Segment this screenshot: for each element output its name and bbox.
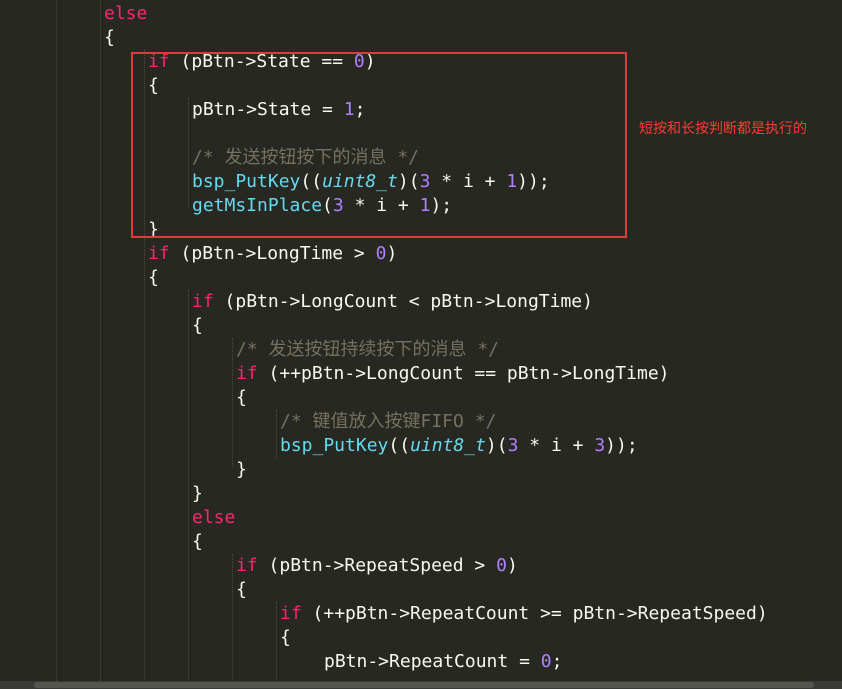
indent-guide: [232, 554, 233, 680]
code-token: (pBtn->LongTime >: [169, 243, 376, 264]
code-token: {: [280, 627, 291, 648]
code-token: {: [192, 315, 203, 336]
code-line[interactable]: }: [192, 482, 203, 506]
code-token: 0: [375, 243, 387, 264]
code-token: }: [192, 483, 203, 504]
code-token: else: [104, 3, 148, 24]
code-token: ;: [551, 651, 563, 672]
indent-guide: [56, 0, 57, 681]
code-token: uint8_t: [410, 435, 486, 456]
indent-guide: [232, 338, 233, 468]
code-line[interactable]: if (pBtn->RepeatSpeed > 0): [236, 554, 518, 578]
code-token: bsp_PutKey: [280, 435, 389, 456]
code-token: 3: [594, 435, 606, 456]
code-token: 0: [496, 555, 507, 576]
code-token: if: [192, 291, 214, 312]
code-token: pBtn->RepeatCount =: [324, 651, 541, 672]
code-token: else: [192, 507, 236, 528]
code-line[interactable]: pBtn->RepeatCount = 0;: [324, 650, 562, 674]
code-token: {: [192, 531, 203, 552]
indent-guide: [100, 0, 101, 681]
code-token: ));: [605, 435, 638, 456]
code-token: (pBtn->RepeatSpeed >: [257, 555, 497, 576]
code-line[interactable]: else: [192, 506, 235, 530]
code-line[interactable]: {: [104, 26, 115, 50]
code-editor[interactable]: else{if (pBtn->State == 0){pBtn->State =…: [0, 0, 842, 689]
code-token: )(: [485, 435, 508, 456]
code-token: 0: [540, 651, 552, 672]
indent-guide: [276, 410, 277, 460]
code-token: /* 键值放入按键FIFO */: [280, 411, 497, 432]
code-line[interactable]: /* 键值放入按键FIFO */: [280, 410, 496, 434]
code-token: {: [148, 267, 159, 288]
code-token: {: [236, 579, 247, 600]
code-line[interactable]: if (++pBtn->LongCount == pBtn->LongTime): [236, 362, 670, 386]
highlight-box: [131, 52, 627, 238]
code-token: ): [506, 555, 518, 576]
code-token: {: [236, 387, 247, 408]
code-line[interactable]: bsp_PutKey((uint8_t)(3 * i + 3));: [280, 434, 638, 458]
code-token: (++pBtn->RepeatCount >= pBtn->RepeatSpee…: [301, 603, 768, 624]
code-token: 3: [507, 435, 519, 456]
indent-guide: [276, 602, 277, 680]
code-token: * i +: [518, 435, 595, 456]
code-line[interactable]: {: [192, 314, 203, 338]
code-token: if: [236, 363, 258, 384]
code-line[interactable]: {: [236, 578, 247, 602]
code-line[interactable]: }: [236, 458, 247, 482]
annotation-label: 短按和长按判断都是执行的: [639, 121, 807, 137]
code-line[interactable]: {: [236, 386, 247, 410]
code-line[interactable]: {: [192, 530, 203, 554]
code-token: (++pBtn->LongCount == pBtn->LongTime): [257, 363, 670, 384]
code-line[interactable]: {: [148, 266, 159, 290]
scrollbar-thumb[interactable]: [34, 682, 814, 688]
code-line[interactable]: if (pBtn->LongCount < pBtn->LongTime): [192, 290, 593, 314]
code-line[interactable]: {: [280, 626, 291, 650]
code-token: if: [148, 243, 170, 264]
code-token: ((: [388, 435, 411, 456]
code-token: /* 发送按钮持续按下的消息 */: [236, 339, 500, 360]
code-line[interactable]: /* 发送按钮持续按下的消息 */: [236, 338, 499, 362]
code-token: if: [280, 603, 302, 624]
code-line[interactable]: if (pBtn->LongTime > 0): [148, 242, 397, 266]
code-line[interactable]: else: [104, 2, 147, 26]
code-line[interactable]: if (++pBtn->RepeatCount >= pBtn->RepeatS…: [280, 602, 768, 626]
code-token: if: [236, 555, 258, 576]
indent-guide: [188, 290, 189, 680]
code-token: }: [236, 459, 247, 480]
code-token: ): [386, 243, 398, 264]
code-token: (pBtn->LongCount < pBtn->LongTime): [213, 291, 593, 312]
code-token: {: [104, 27, 115, 48]
